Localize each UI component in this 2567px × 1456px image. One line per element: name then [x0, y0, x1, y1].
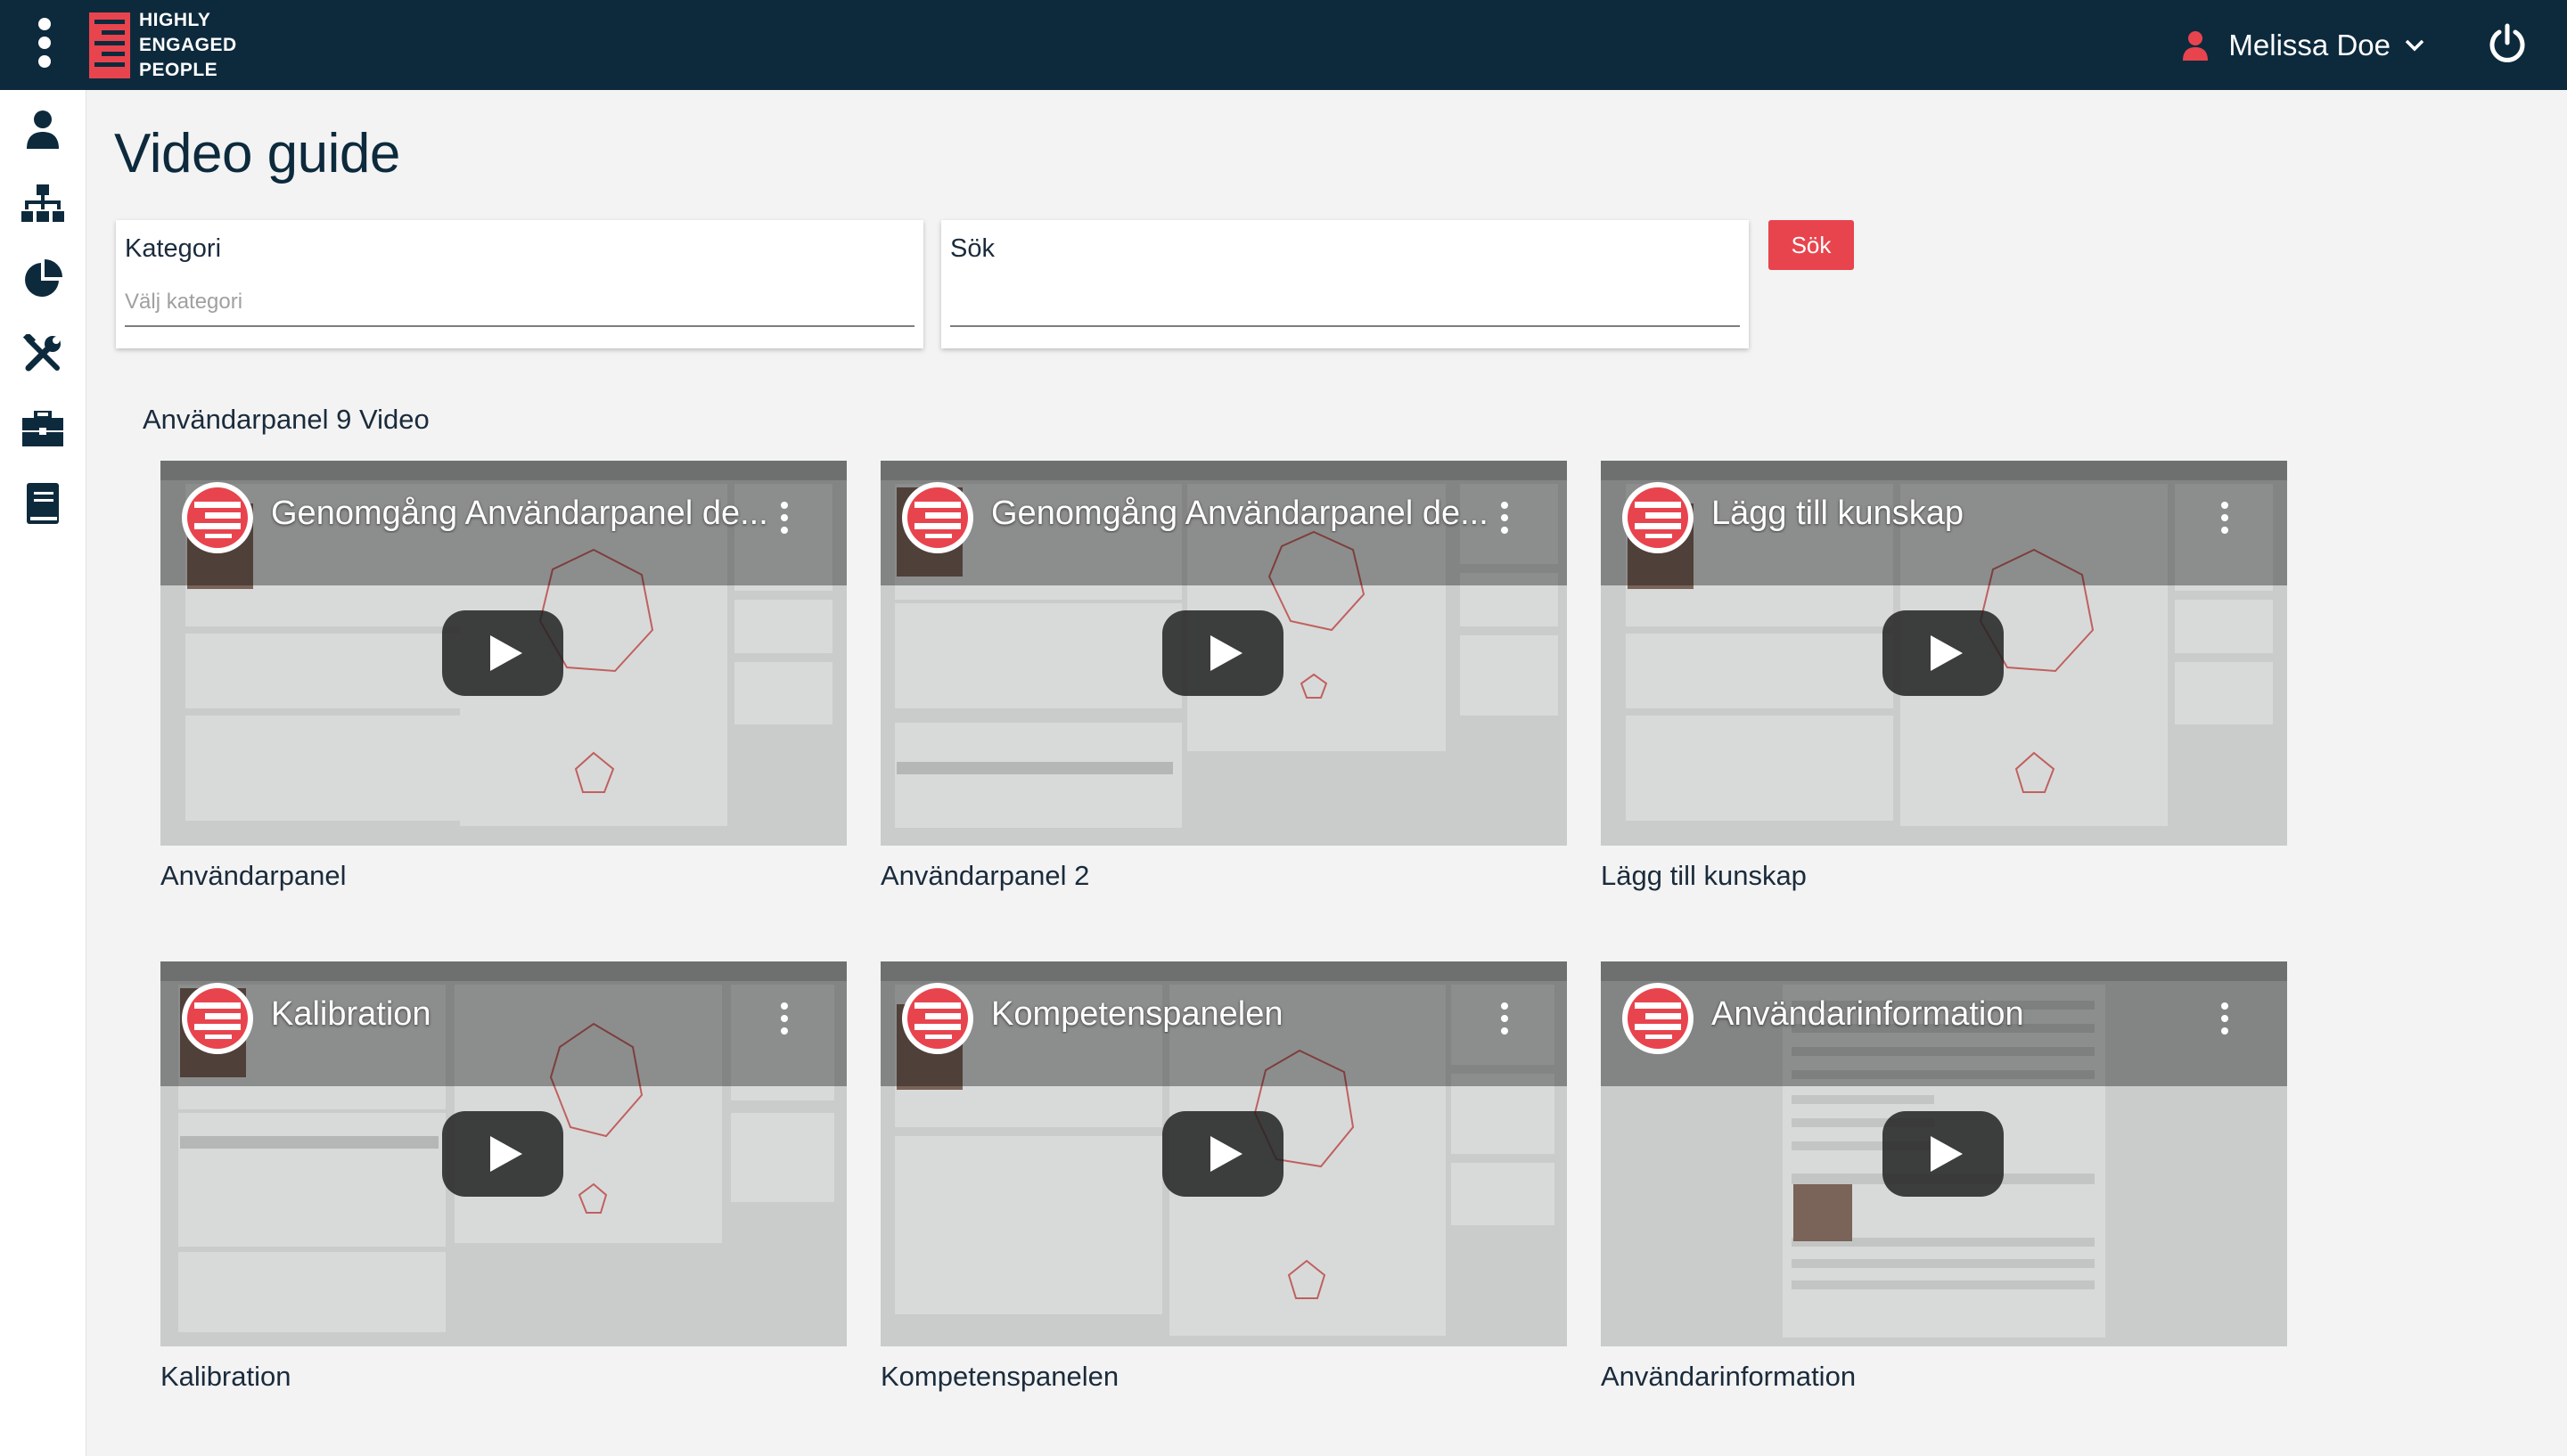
- play-button-icon[interactable]: [442, 610, 563, 696]
- play-button-icon[interactable]: [1882, 1111, 2004, 1197]
- video-title: Kompetenspanelen: [991, 995, 1284, 1033]
- video-caption[interactable]: Användarpanel: [160, 860, 847, 892]
- video-card[interactable]: Kompetenspanelen Kompetenspanelen: [881, 961, 1567, 1393]
- logo-mark-icon: [89, 12, 130, 78]
- video-card[interactable]: Lägg till kunskap Lägg till kunskap: [1601, 461, 2287, 892]
- sidebar-item-work[interactable]: [20, 405, 66, 452]
- pie-chart-icon: [25, 259, 62, 297]
- menu-icon[interactable]: [32, 18, 57, 71]
- search-input[interactable]: [950, 279, 1740, 327]
- video-thumbnail[interactable]: Lägg till kunskap: [1601, 461, 2287, 846]
- more-options-icon[interactable]: [781, 502, 788, 534]
- play-button-icon[interactable]: [1162, 610, 1284, 696]
- video-title: Genomgång Användarpanel de...: [991, 495, 1489, 532]
- channel-logo-icon: [902, 983, 973, 1054]
- category-select[interactable]: [125, 279, 914, 327]
- sidebar-item-profile[interactable]: [20, 106, 66, 152]
- video-thumbnail[interactable]: Kompetenspanelen: [881, 961, 1567, 1346]
- video-thumbnail[interactable]: Genomgång Användarpanel de...: [881, 461, 1567, 846]
- channel-logo-icon: [1622, 482, 1694, 553]
- video-card[interactable]: Genomgång Användarpanel de... Användarpa…: [881, 461, 1567, 892]
- video-card[interactable]: Användarinformation Användarinformation: [1601, 961, 2287, 1393]
- channel-logo-icon: [182, 482, 253, 553]
- sidebar-item-organization[interactable]: [20, 181, 66, 227]
- search-label: Sök: [950, 234, 995, 263]
- channel-logo-icon: [902, 482, 973, 553]
- video-thumbnail[interactable]: Genomgång Användarpanel de...: [160, 461, 847, 846]
- category-filter-card: Kategori: [116, 220, 923, 348]
- briefcase-icon: [22, 411, 63, 446]
- sidebar-item-guide[interactable]: [20, 480, 66, 527]
- play-button-icon[interactable]: [1882, 610, 2004, 696]
- logo-line-3: PEOPLE: [139, 60, 218, 80]
- logo[interactable]: HIGHLY ENGAGED PEOPLE: [89, 8, 237, 83]
- logo-line-2: ENGAGED: [139, 35, 237, 55]
- book-icon: [27, 483, 59, 524]
- user-icon: [27, 110, 59, 149]
- tools-icon: [23, 334, 61, 372]
- video-caption[interactable]: Kalibration: [160, 1361, 847, 1393]
- video-title: Användarinformation: [1711, 995, 2024, 1033]
- logo-line-1: HIGHLY: [139, 10, 211, 30]
- org-chart-icon: [21, 184, 64, 222]
- video-title: Lägg till kunskap: [1711, 495, 1964, 532]
- video-card[interactable]: Genomgång Användarpanel de... Användarpa…: [160, 461, 847, 892]
- play-button-icon[interactable]: [442, 1111, 563, 1197]
- play-button-icon[interactable]: [1162, 1111, 1284, 1197]
- video-caption[interactable]: Kompetenspanelen: [881, 1361, 1567, 1393]
- sidebar-item-statistics[interactable]: [20, 256, 66, 302]
- more-options-icon[interactable]: [2221, 502, 2228, 534]
- user-name: Melissa Doe: [2228, 29, 2391, 61]
- channel-logo-icon: [182, 983, 253, 1054]
- search-filter-card: Sök: [941, 220, 1749, 348]
- video-title: Genomgång Användarpanel de...: [271, 495, 768, 532]
- logo-text: HIGHLY ENGAGED PEOPLE: [139, 8, 237, 83]
- power-icon[interactable]: [2487, 23, 2528, 64]
- more-options-icon[interactable]: [1501, 502, 1508, 534]
- video-thumbnail[interactable]: Användarinformation: [1601, 961, 2287, 1346]
- video-caption[interactable]: Användarpanel 2: [881, 860, 1567, 892]
- sidebar: [0, 90, 86, 1456]
- user-avatar-icon: [2183, 31, 2209, 61]
- more-options-icon[interactable]: [1501, 1002, 1508, 1035]
- search-button[interactable]: Sök: [1768, 220, 1854, 270]
- section-title: Användarpanel 9 Video: [143, 404, 430, 435]
- category-label: Kategori: [125, 234, 222, 263]
- more-options-icon[interactable]: [2221, 1002, 2228, 1035]
- chevron-down-icon: [2405, 39, 2424, 52]
- video-title: Kalibration: [271, 995, 431, 1033]
- video-card[interactable]: Kalibration Kalibration: [160, 961, 847, 1393]
- main-content: Video guide Kategori Sök Sök Användarpan…: [87, 90, 2567, 1456]
- video-caption[interactable]: Användarinformation: [1601, 1361, 2287, 1393]
- top-bar: HIGHLY ENGAGED PEOPLE Melissa Doe: [0, 0, 2567, 90]
- video-thumbnail[interactable]: Kalibration: [160, 961, 847, 1346]
- channel-logo-icon: [1622, 983, 1694, 1054]
- user-menu[interactable]: Melissa Doe: [2182, 23, 2424, 68]
- page-title: Video guide: [114, 123, 400, 184]
- sidebar-item-tools[interactable]: [20, 331, 66, 377]
- video-caption[interactable]: Lägg till kunskap: [1601, 860, 2287, 892]
- more-options-icon[interactable]: [781, 1002, 788, 1035]
